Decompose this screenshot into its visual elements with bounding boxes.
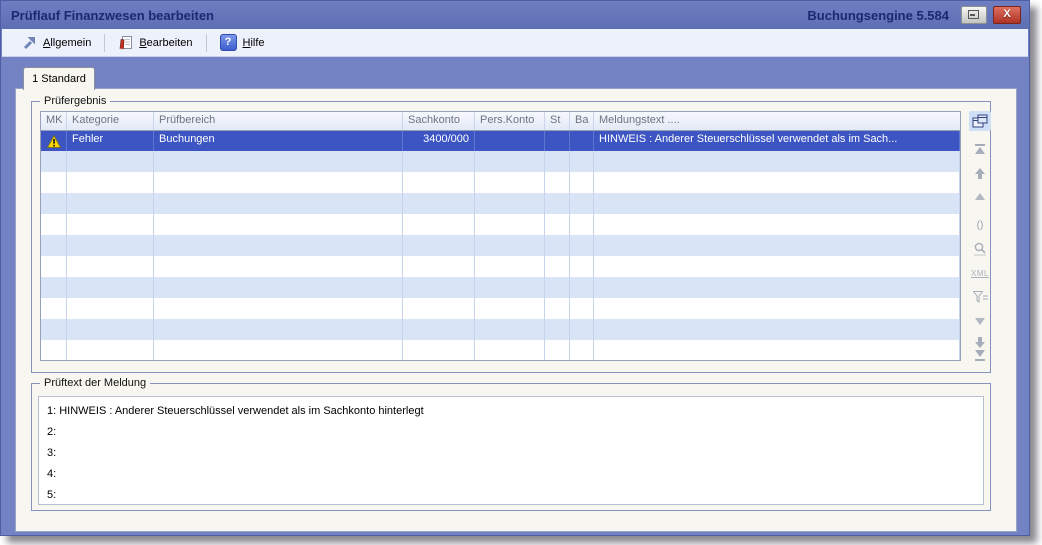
column-header-meldungstext[interactable]: Meldungstext .... <box>594 112 960 130</box>
prueftext-group: Prüftext der Meldung 1: HINWEIS : Andere… <box>31 383 991 511</box>
bearbeiten-button[interactable]: Bearbeiten <box>112 32 198 53</box>
table-row-empty <box>41 319 960 340</box>
pruefergebnis-group: Prüfergebnis MK Kategorie Prüfbereich Sa… <box>31 101 991 373</box>
parentheses-button[interactable]: () <box>969 215 991 235</box>
main-toolbar: Allgemein Bearbeiten ? Hilfe <box>2 29 1028 57</box>
move-down-icon <box>974 337 986 348</box>
page-down-icon <box>974 317 986 325</box>
perskonto-cell <box>475 131 545 151</box>
pruefbereich-cell: Buchungen <box>154 131 403 151</box>
scroll-to-bottom-icon <box>974 350 986 361</box>
column-header-pruefbereich[interactable]: Prüfbereich <box>154 112 403 130</box>
hilfe-label: Hilfe <box>243 37 265 49</box>
message-line-1: 1: HINWEIS : Anderer Steuerschlüssel ver… <box>47 401 983 422</box>
mk-cell <box>41 131 67 151</box>
app-window: Prüflauf Finanzwesen bearbeiten Buchungs… <box>0 0 1030 536</box>
grid-side-toolbar: () XML <box>968 111 992 361</box>
kategorie-cell: Fehler <box>67 131 154 151</box>
table-row-empty <box>41 235 960 256</box>
toolbar-separator <box>206 34 207 52</box>
tab-standard[interactable]: 1 Standard <box>23 67 95 90</box>
allgemein-button[interactable]: Allgemein <box>16 32 97 53</box>
table-row-empty <box>41 193 960 214</box>
column-header-sachkonto[interactable]: Sachkonto <box>403 112 475 130</box>
tab-content-panel: Prüfergebnis MK Kategorie Prüfbereich Sa… <box>15 88 1017 532</box>
pruefergebnis-group-label: Prüfergebnis <box>40 95 110 107</box>
search-icon <box>973 242 987 256</box>
table-body: Fehler Buchungen 3400/000 HINWEIS : Ande… <box>41 131 960 360</box>
table-row-selected[interactable]: Fehler Buchungen 3400/000 HINWEIS : Ande… <box>41 131 960 151</box>
prueftext-group-label: Prüftext der Meldung <box>40 377 150 389</box>
filter-icon <box>973 291 988 303</box>
table-row-empty <box>41 151 960 172</box>
message-line-4: 4: <box>47 464 983 485</box>
titlebar: Prüflauf Finanzwesen bearbeiten Buchungs… <box>1 1 1029 29</box>
xml-icon: XML <box>971 269 989 278</box>
column-header-perskonto[interactable]: Pers.Konto <box>475 112 545 130</box>
window-title: Prüflauf Finanzwesen bearbeiten <box>11 8 214 23</box>
column-chooser-icon <box>972 114 988 128</box>
column-header-st[interactable]: St <box>545 112 570 130</box>
arrow-up-right-icon <box>22 35 37 50</box>
close-button[interactable]: X <box>993 6 1021 24</box>
hilfe-button[interactable]: ? Hilfe <box>214 31 271 54</box>
page-up-icon <box>974 193 986 201</box>
bearbeiten-label: Bearbeiten <box>139 37 192 49</box>
allgemein-label: Allgemein <box>43 37 91 49</box>
result-table: MK Kategorie Prüfbereich Sachkonto Pers.… <box>40 111 961 361</box>
column-header-kategorie[interactable]: Kategorie <box>67 112 154 130</box>
search-button[interactable] <box>969 239 991 259</box>
column-chooser-button[interactable] <box>969 111 991 131</box>
table-row-empty <box>41 277 960 298</box>
st-cell <box>545 131 570 151</box>
toolbar-separator <box>104 34 105 52</box>
message-line-3: 3: <box>47 443 983 464</box>
column-header-mk[interactable]: MK <box>41 112 67 130</box>
minimize-button[interactable] <box>961 6 987 24</box>
xml-export-button[interactable]: XML <box>969 263 991 283</box>
message-text-box: 1: HINWEIS : Anderer Steuerschlüssel ver… <box>38 396 984 505</box>
table-row-empty <box>41 214 960 235</box>
parentheses-icon: () <box>977 220 984 231</box>
help-icon: ? <box>220 34 237 51</box>
move-up-icon <box>974 168 986 179</box>
scroll-to-top-icon <box>974 144 986 155</box>
table-row-empty <box>41 340 960 360</box>
table-header: MK Kategorie Prüfbereich Sachkonto Pers.… <box>41 112 960 131</box>
filter-button[interactable] <box>969 287 991 307</box>
table-row-empty <box>41 298 960 319</box>
app-version-label: Buchungsengine 5.584 <box>807 8 949 23</box>
ba-cell <box>570 131 594 151</box>
page-down-button[interactable] <box>969 311 991 331</box>
message-line-5: 5: <box>47 485 983 505</box>
table-row-empty <box>41 256 960 277</box>
page-up-button[interactable] <box>969 187 991 207</box>
scroll-to-top-button[interactable] <box>969 139 991 159</box>
sachkonto-cell: 3400/000 <box>403 131 475 151</box>
column-header-ba[interactable]: Ba <box>570 112 594 130</box>
message-line-2: 2: <box>47 422 983 443</box>
table-row-empty <box>41 172 960 193</box>
edit-document-icon <box>118 35 133 50</box>
warning-icon <box>47 135 61 148</box>
meldungstext-cell: HINWEIS : Anderer Steuerschlüssel verwen… <box>594 131 960 151</box>
move-up-button[interactable] <box>969 163 991 183</box>
scroll-to-bottom-button[interactable] <box>969 349 991 361</box>
